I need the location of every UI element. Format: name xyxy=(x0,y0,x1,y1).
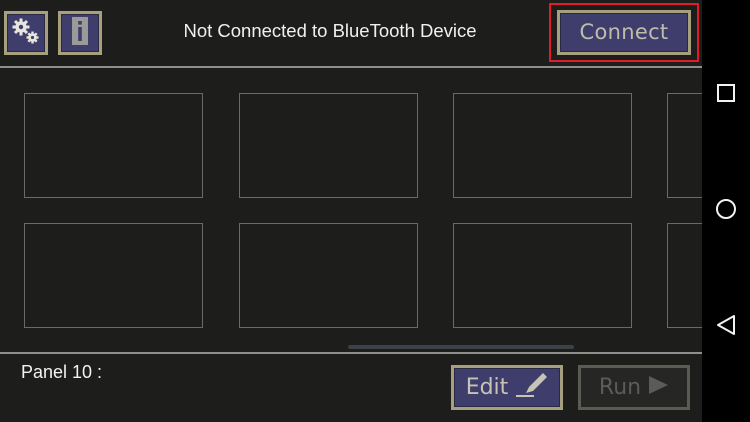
panel-tile[interactable] xyxy=(239,223,418,328)
device-screen: Not Connected to BlueTooth Device Connec… xyxy=(0,0,750,422)
home-button[interactable] xyxy=(702,198,750,224)
bottom-divider xyxy=(0,352,702,354)
triangle-back-icon xyxy=(715,314,737,340)
panel-grid xyxy=(0,68,702,352)
android-nav-bar xyxy=(702,0,750,422)
connection-status: Not Connected to BlueTooth Device xyxy=(183,20,477,41)
panel-tile[interactable] xyxy=(239,93,418,198)
edit-label: Edit xyxy=(465,375,509,400)
run-label: Run xyxy=(598,375,642,400)
panel-tile[interactable] xyxy=(667,93,702,198)
panel-label: Panel 10 : xyxy=(21,362,103,382)
top-bar: Not Connected to BlueTooth Device Connec… xyxy=(0,0,702,66)
play-icon xyxy=(647,375,669,401)
back-button[interactable] xyxy=(702,314,750,340)
panel-tile[interactable] xyxy=(453,223,632,328)
horizontal-scroll-indicator[interactable] xyxy=(348,345,574,349)
panel-tile[interactable] xyxy=(24,223,203,328)
recent-apps-button[interactable] xyxy=(702,82,750,108)
square-icon xyxy=(716,83,736,107)
pencil-icon xyxy=(514,371,548,405)
info-button[interactable] xyxy=(58,11,102,55)
app-window: Not Connected to BlueTooth Device Connec… xyxy=(0,0,702,422)
gears-icon xyxy=(10,16,42,50)
panel-tile[interactable] xyxy=(453,93,632,198)
edit-button[interactable]: Edit xyxy=(451,365,563,410)
connect-button[interactable]: Connect xyxy=(557,10,691,55)
panel-tile[interactable] xyxy=(667,223,702,328)
run-button[interactable]: Run xyxy=(578,365,690,410)
circle-icon xyxy=(715,198,737,224)
panel-tile[interactable] xyxy=(24,93,203,198)
settings-button[interactable] xyxy=(4,11,48,55)
info-icon xyxy=(71,16,89,50)
